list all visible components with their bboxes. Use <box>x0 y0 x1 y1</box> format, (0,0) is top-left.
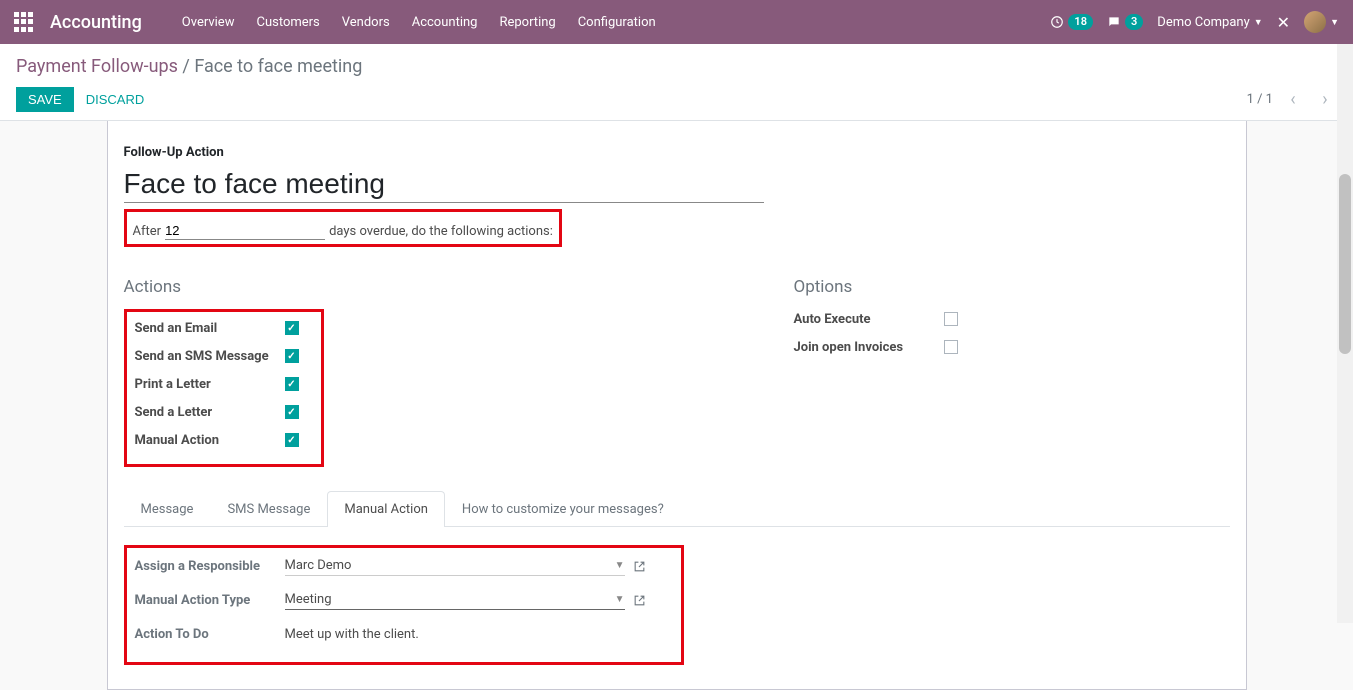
form-sheet: Follow-Up Action After days overdue, do … <box>107 121 1247 690</box>
tab-message[interactable]: Message <box>124 491 211 527</box>
messages-button[interactable]: 3 <box>1107 14 1143 30</box>
action-label: Print a Letter <box>135 377 285 392</box>
checkbox-print-letter[interactable] <box>285 377 299 391</box>
activities-button[interactable]: 18 <box>1050 14 1093 30</box>
options-title: Options <box>794 277 1254 297</box>
checkbox-manual-action[interactable] <box>285 433 299 447</box>
checkbox-auto-execute[interactable] <box>944 312 958 326</box>
tab-manual-action[interactable]: Manual Action <box>327 491 445 527</box>
save-button[interactable]: SAVE <box>16 87 74 112</box>
pager-next[interactable]: › <box>1313 88 1337 112</box>
apps-icon[interactable] <box>14 12 34 32</box>
action-type-label: Manual Action Type <box>135 593 285 608</box>
control-panel: Payment Follow-ups / Face to face meetin… <box>0 44 1353 121</box>
scrollbar-thumb[interactable] <box>1339 174 1351 354</box>
checkbox-send-sms[interactable] <box>285 349 299 363</box>
caret-down-icon: ▼ <box>1330 17 1339 28</box>
checkbox-send-email[interactable] <box>285 321 299 335</box>
menu-customers[interactable]: Customers <box>256 15 319 30</box>
checkbox-send-letter[interactable] <box>285 405 299 419</box>
option-label: Join open Invoices <box>794 340 944 355</box>
menu-configuration[interactable]: Configuration <box>578 15 656 30</box>
breadcrumb-sep: / <box>182 56 189 77</box>
after-prefix: After <box>133 224 162 239</box>
action-label: Send an Email <box>135 321 285 336</box>
pager-prev[interactable]: ‹ <box>1281 88 1305 112</box>
action-type-select[interactable]: Meeting ▼ <box>285 590 625 610</box>
tab-how-to-customize[interactable]: How to customize your messages? <box>445 491 681 527</box>
discard-button[interactable]: DISCARD <box>74 87 157 112</box>
action-row-print-letter: Print a Letter <box>135 374 313 394</box>
responsible-label: Assign a Responsible <box>135 559 285 574</box>
main-menu: Overview Customers Vendors Accounting Re… <box>182 15 656 30</box>
tab-sms-message[interactable]: SMS Message <box>210 491 327 527</box>
action-label: Manual Action <box>135 433 285 448</box>
row-action-todo: Action To Do Meet up with the client. <box>135 622 673 646</box>
company-switcher[interactable]: Demo Company ▼ <box>1157 15 1262 30</box>
pager-text: 1 / 1 <box>1247 92 1273 107</box>
highlight-actions: Send an Email Send an SMS Message Print … <box>124 309 324 467</box>
option-row-join-invoices: Join open Invoices <box>794 337 1254 357</box>
action-type-value: Meeting <box>285 592 332 607</box>
app-brand[interactable]: Accounting <box>50 12 142 33</box>
checkbox-join-invoices[interactable] <box>944 340 958 354</box>
menu-reporting[interactable]: Reporting <box>499 15 555 30</box>
action-todo-value: Meet up with the client. <box>285 627 419 642</box>
breadcrumb-current: Face to face meeting <box>194 56 362 77</box>
close-icon[interactable]: ✕ <box>1277 13 1290 32</box>
messages-badge: 3 <box>1125 14 1143 30</box>
option-row-auto-execute: Auto Execute <box>794 309 1254 329</box>
scrollbar-track[interactable] <box>1337 44 1353 623</box>
menu-accounting[interactable]: Accounting <box>412 15 478 30</box>
row-action-type: Manual Action Type Meeting ▼ <box>135 588 673 612</box>
breadcrumb-parent[interactable]: Payment Follow-ups <box>16 56 178 77</box>
action-row-send-letter: Send a Letter <box>135 402 313 422</box>
title-input[interactable] <box>124 166 764 203</box>
tabs: Message SMS Message Manual Action How to… <box>124 491 1230 527</box>
highlight-manual-action: Assign a Responsible Marc Demo ▼ Manual … <box>124 545 684 665</box>
user-menu[interactable]: ▼ <box>1304 11 1339 33</box>
action-label: Send a Letter <box>135 405 285 420</box>
action-row-manual: Manual Action <box>135 430 313 450</box>
highlight-days-overdue: After days overdue, do the following act… <box>124 209 562 247</box>
caret-down-icon: ▼ <box>615 560 625 571</box>
clock-icon <box>1050 15 1064 29</box>
top-nav: Accounting Overview Customers Vendors Ac… <box>0 0 1353 44</box>
activities-badge: 18 <box>1068 14 1093 30</box>
action-row-email: Send an Email <box>135 318 313 338</box>
external-link-icon[interactable] <box>633 594 646 607</box>
action-todo-label: Action To Do <box>135 627 285 642</box>
breadcrumb: Payment Follow-ups / Face to face meetin… <box>16 56 1337 77</box>
option-label: Auto Execute <box>794 312 944 327</box>
row-responsible: Assign a Responsible Marc Demo ▼ <box>135 554 673 578</box>
caret-down-icon: ▼ <box>1254 17 1263 28</box>
after-suffix: days overdue, do the following actions: <box>329 224 553 239</box>
form-sheet-bg: Follow-Up Action After days overdue, do … <box>0 121 1353 690</box>
company-name: Demo Company <box>1157 15 1249 30</box>
menu-vendors[interactable]: Vendors <box>342 15 390 30</box>
followup-action-label: Follow-Up Action <box>124 145 1230 160</box>
caret-down-icon: ▼ <box>615 594 625 605</box>
responsible-value: Marc Demo <box>285 558 352 573</box>
tab-content-manual-action: Assign a Responsible Marc Demo ▼ Manual … <box>124 527 1230 665</box>
days-input[interactable] <box>165 222 325 240</box>
pager: 1 / 1 ‹ › <box>1247 88 1337 112</box>
actions-title: Actions <box>124 277 664 297</box>
menu-overview[interactable]: Overview <box>182 15 235 30</box>
right-nav: 18 3 Demo Company ▼ ✕ ▼ <box>1050 11 1339 33</box>
action-row-sms: Send an SMS Message <box>135 346 313 366</box>
responsible-select[interactable]: Marc Demo ▼ <box>285 556 625 576</box>
external-link-icon[interactable] <box>633 560 646 573</box>
avatar <box>1304 11 1326 33</box>
action-label: Send an SMS Message <box>135 349 285 364</box>
chat-icon <box>1107 15 1121 29</box>
